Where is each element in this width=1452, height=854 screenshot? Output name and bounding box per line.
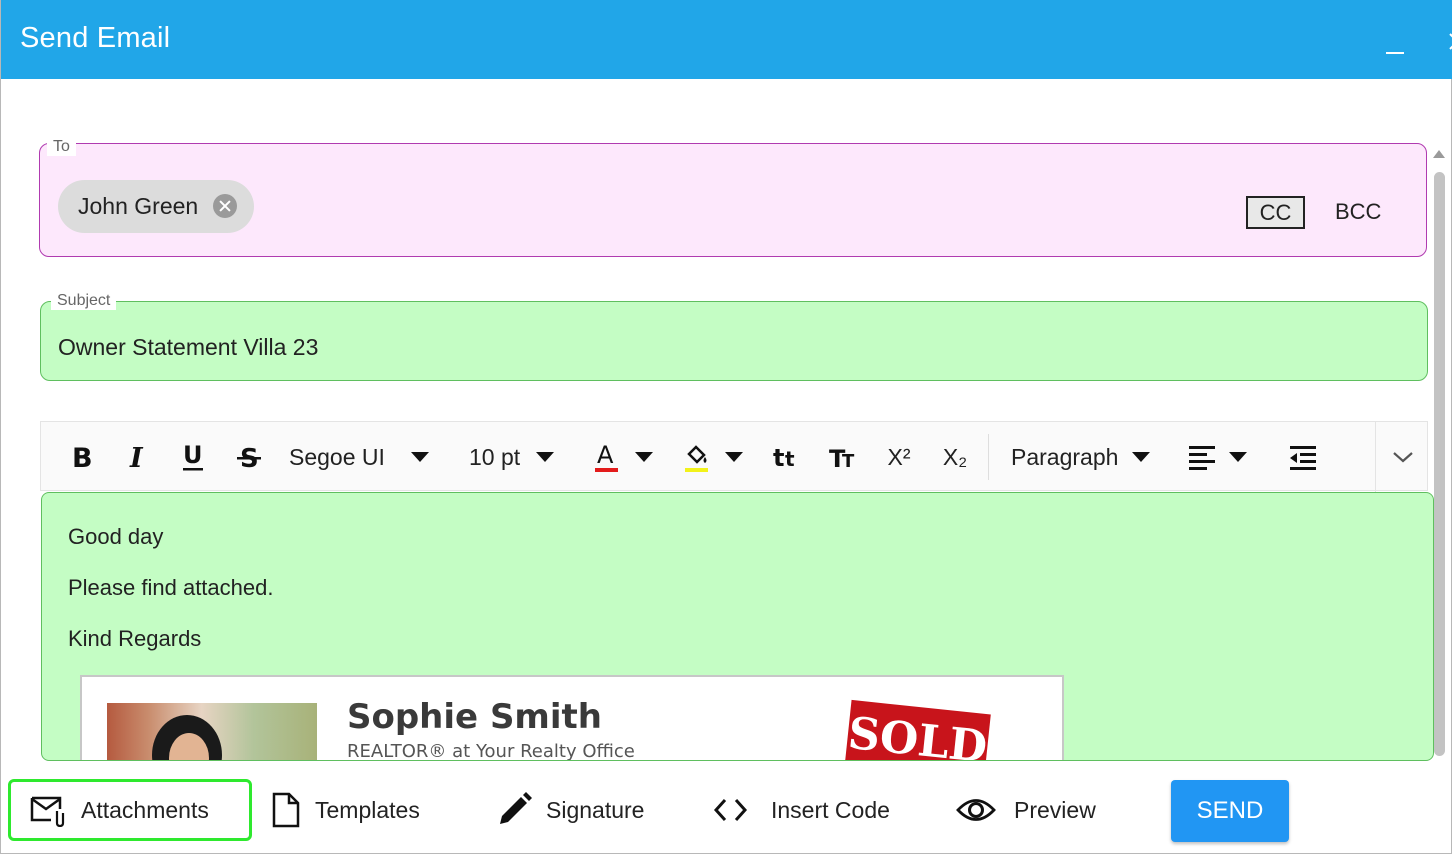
svg-text:U: U	[183, 441, 203, 469]
lowercase-icon: tt	[773, 444, 795, 471]
chevron-down-icon	[536, 452, 555, 462]
svg-text:B: B	[72, 443, 93, 471]
chevron-down-icon	[410, 452, 429, 462]
superscript-button[interactable]: X²	[877, 422, 921, 492]
attachments-button[interactable]: Attachments	[8, 779, 252, 841]
font-family-value: Segoe UI	[289, 443, 385, 470]
preview-button[interactable]: Preview	[956, 779, 1096, 841]
preview-label: Preview	[1014, 796, 1096, 823]
paragraph-value: Paragraph	[1011, 443, 1119, 470]
send-email-dialog: Send Email To John Green CC BCC Subject …	[0, 0, 1452, 854]
font-size-value: 10 pt	[469, 443, 521, 470]
more-tools-button[interactable]	[1379, 422, 1427, 492]
scrollbar-thumb[interactable]	[1434, 172, 1445, 756]
send-button[interactable]: SEND	[1171, 780, 1289, 842]
agent-photo	[107, 703, 317, 760]
insert-code-button[interactable]: Insert Code	[713, 779, 890, 841]
italic-button[interactable]: I	[115, 422, 159, 492]
message-body-editor[interactable]: Good day Please find attached. Kind Rega…	[41, 492, 1434, 761]
superscript-icon: X²	[887, 443, 911, 470]
bold-icon: B	[72, 443, 93, 471]
sold-sign: SOLD	[843, 699, 991, 760]
outdent-icon	[1290, 446, 1316, 470]
templates-button[interactable]: Templates	[271, 779, 420, 841]
signature-role: REALTOR® at Your Realty Office	[347, 741, 635, 761]
font-family-select[interactable]: Segoe UI	[289, 422, 439, 492]
remove-recipient-icon[interactable]	[213, 194, 237, 218]
font-size-select[interactable]: 10 pt	[469, 422, 569, 492]
strikethrough-icon: S	[237, 444, 261, 472]
svg-text:t: t	[785, 447, 795, 471]
bold-button[interactable]: B	[59, 422, 103, 492]
outdent-button[interactable]	[1281, 422, 1325, 492]
bcc-button[interactable]: BCC	[1335, 199, 1381, 225]
font-color-icon: A	[595, 441, 618, 472]
uppercase-button[interactable]: TT	[821, 422, 865, 492]
signature-name: Sophie Smith	[347, 697, 602, 737]
body-line: Please find attached.	[68, 575, 274, 600]
align-button[interactable]	[1187, 422, 1257, 492]
paint-bucket-icon	[685, 445, 708, 472]
subscript-button[interactable]: X₂	[933, 422, 977, 492]
subscript-icon: X₂	[942, 443, 968, 470]
svg-text:I: I	[129, 443, 144, 471]
chevron-down-icon	[1393, 452, 1413, 463]
svg-text:T: T	[842, 451, 855, 471]
dialog-title: Send Email	[20, 22, 171, 54]
email-signature-image: Sophie Smith REALTOR® at Your Realty Off…	[80, 675, 1064, 761]
eye-icon	[956, 799, 996, 821]
insert-code-label: Insert Code	[771, 796, 890, 823]
chevron-down-icon	[635, 452, 653, 462]
svg-text:A: A	[597, 441, 614, 469]
signature-label: Signature	[546, 796, 645, 823]
font-color-button[interactable]: A	[593, 422, 659, 492]
align-left-icon	[1189, 446, 1215, 470]
highlight-color-button[interactable]	[683, 422, 749, 492]
document-icon	[272, 792, 300, 828]
body-line: Kind Regards	[68, 626, 202, 651]
minimize-button[interactable]	[1386, 28, 1406, 54]
close-button[interactable]	[1441, 26, 1452, 54]
lowercase-button[interactable]: tt	[765, 422, 809, 492]
underline-icon: U	[183, 441, 203, 471]
attachments-label: Attachments	[81, 796, 209, 823]
recipient-chip[interactable]: John Green	[58, 180, 254, 233]
pencil-icon	[500, 792, 532, 824]
scroll-up-arrow[interactable]	[1433, 150, 1445, 158]
templates-label: Templates	[315, 796, 420, 823]
close-icon	[1449, 33, 1452, 50]
signature-button[interactable]: Signature	[496, 779, 644, 841]
italic-icon: I	[129, 443, 144, 471]
chevron-down-icon	[725, 452, 743, 462]
recipient-name: John Green	[78, 193, 199, 219]
subject-label: Subject	[51, 292, 117, 310]
subject-input[interactable]: Owner Statement Villa 23	[58, 334, 318, 361]
editor-toolbar: B I U S Segoe UI 10 pt A t t T T X² X₂ P…	[40, 421, 1428, 492]
strikethrough-button[interactable]: S	[227, 422, 271, 492]
toolbar-divider	[1375, 422, 1376, 492]
chevron-down-icon	[1132, 452, 1151, 462]
code-icon	[713, 798, 748, 822]
title-bar: Send Email	[1, 0, 1452, 79]
mail-attachment-icon	[30, 796, 65, 827]
svg-text:t: t	[773, 444, 784, 471]
uppercase-icon: TT	[829, 445, 855, 471]
cc-button[interactable]: CC	[1246, 196, 1305, 229]
underline-button[interactable]: U	[171, 422, 215, 492]
to-label: To	[47, 138, 76, 156]
paragraph-select[interactable]: Paragraph	[1011, 422, 1161, 492]
body-line: Good day	[68, 524, 164, 549]
toolbar-divider	[988, 434, 989, 480]
chevron-down-icon	[1229, 452, 1247, 462]
